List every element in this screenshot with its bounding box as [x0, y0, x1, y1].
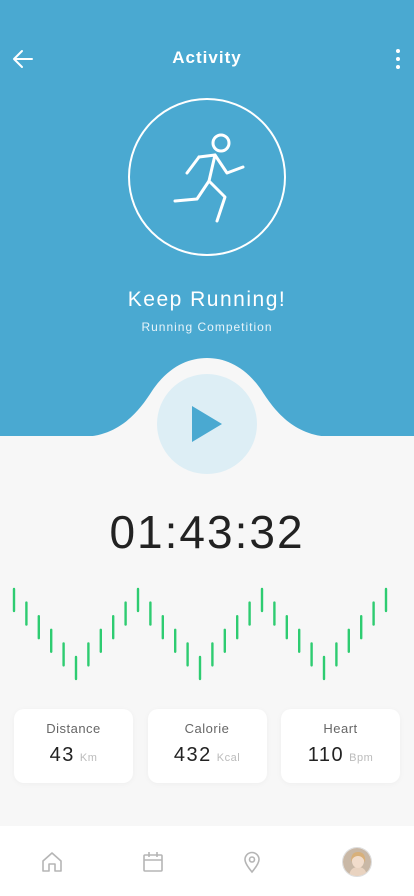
avatar: [342, 847, 372, 877]
stat-value: 110: [307, 744, 345, 766]
activity-wave-graph: [12, 587, 388, 681]
more-options-button[interactable]: [390, 44, 406, 74]
stat-value: 43: [49, 744, 75, 766]
location-pin-icon: [244, 851, 260, 874]
stats-row: Distance 43 Km Calorie 432 Kcal Heart 110 B…: [14, 709, 400, 783]
page-title: Activity: [172, 48, 242, 67]
top-bar: Activity: [0, 36, 414, 80]
running-person-icon: [173, 133, 245, 223]
stat-card-heart: Heart 110 Bpm: [281, 709, 400, 783]
tab-calendar[interactable]: [135, 844, 171, 880]
stat-unit: Kcal: [216, 752, 241, 764]
stat-label: Heart: [323, 721, 358, 736]
play-icon: [192, 406, 222, 442]
stat-unit: Km: [79, 752, 98, 764]
tab-profile[interactable]: [339, 844, 375, 880]
tab-home[interactable]: [34, 844, 70, 880]
elapsed-timer: 01:43:32: [109, 506, 305, 558]
stat-label: Calorie: [184, 721, 230, 736]
profile-avatar: [343, 848, 371, 876]
calendar-icon: [143, 852, 163, 872]
stat-card-distance: Distance 43 Km: [14, 709, 133, 783]
more-vertical-icon: [396, 49, 400, 53]
stat-label: Distance: [46, 721, 101, 736]
stat-card-calorie: Calorie 432 Kcal: [147, 709, 267, 783]
hero-headline: Keep Running!: [127, 288, 287, 311]
stat-value: 432: [173, 744, 212, 766]
bottom-tab-bar: [0, 826, 414, 896]
stat-unit: Bpm: [349, 752, 374, 764]
activity-icon-badge: [128, 98, 286, 256]
home-icon: [42, 852, 62, 872]
hero-subline: Running Competition: [141, 320, 273, 334]
tab-location[interactable]: [234, 844, 270, 880]
play-button[interactable]: [157, 374, 257, 474]
